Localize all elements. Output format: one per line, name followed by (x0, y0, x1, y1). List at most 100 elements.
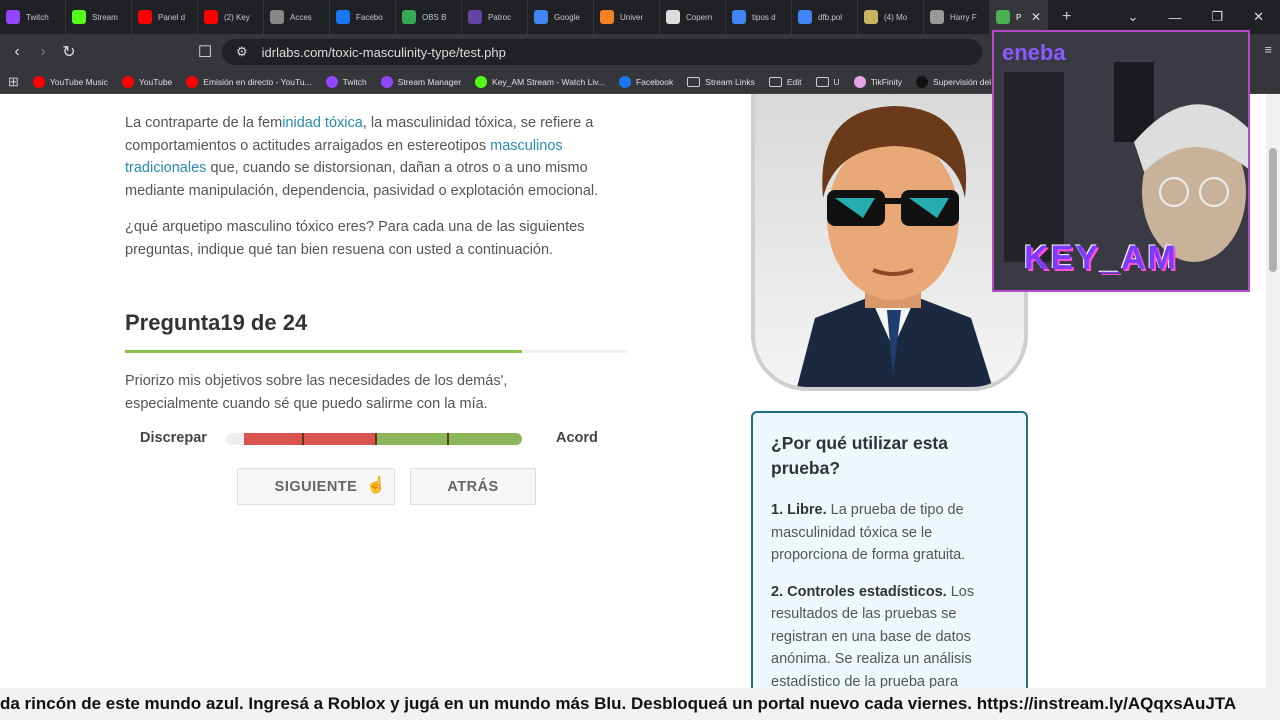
folder-icon (687, 76, 701, 87)
url-text: idrlabs.com/toxic-masculinity-type/test.… (261, 44, 506, 60)
browser-tab[interactable]: Google (528, 0, 594, 34)
why-item-1-title: 1. Libre. (771, 502, 827, 518)
apps-icon[interactable]: ⊞ (8, 74, 19, 90)
stream-ticker: da rincón de este mundo azul. Ingresá a … (0, 688, 1280, 720)
bookmark-item[interactable]: Stream Links (687, 76, 755, 88)
slider-tick (302, 433, 304, 445)
bookmark-label: TikFinity (870, 76, 903, 87)
tab-favicon-icon (798, 10, 812, 24)
bookmark-item[interactable]: Supervisión del U (916, 75, 1000, 88)
bookmark-label: Facebook (635, 76, 674, 87)
browser-tab[interactable]: Twitch (0, 0, 66, 34)
answer-scale: Discrepar Acord (140, 430, 600, 450)
slider-agree-segment[interactable] (376, 433, 522, 445)
tab-title: Acces (290, 12, 312, 22)
close-tab-icon[interactable]: ✕ (1031, 10, 1041, 24)
bookmark-star-icon[interactable]: ☐ (192, 42, 218, 62)
site-info-icon[interactable]: ⚙ (236, 44, 248, 60)
tab-title: Panel d (158, 12, 186, 22)
reload-button[interactable]: ↻ (56, 42, 82, 62)
slider-disagree-segment[interactable] (244, 433, 376, 445)
url-bar[interactable]: ⚙ idrlabs.com/toxic-masculinity-type/tes… (222, 39, 982, 65)
browser-tab[interactable]: Panel d (132, 0, 198, 34)
why-item-2: 2. Controles estadísticos. Los resultado… (771, 581, 1008, 689)
minimize-button[interactable]: — (1168, 10, 1181, 25)
tab-favicon-icon (204, 10, 218, 24)
browser-tab[interactable]: (4) Mo (858, 0, 924, 34)
restore-button[interactable]: ❐ (1211, 9, 1223, 25)
browser-tab[interactable]: P ✕ (990, 0, 1048, 34)
back-button[interactable]: ‹ (4, 43, 30, 61)
bookmark-item[interactable]: Emisión en directo - YouTu... (186, 75, 312, 88)
tab-title: Copern (686, 12, 713, 22)
bookmark-item[interactable]: Stream Manager (380, 75, 462, 88)
bookmark-favicon-icon (186, 75, 199, 88)
new-tab-button[interactable]: + (1062, 8, 1071, 26)
tab-favicon-icon (996, 10, 1010, 24)
back-button-page[interactable]: ATRÁS (410, 468, 536, 505)
browser-tab[interactable]: Stream (66, 0, 132, 34)
folder-icon (815, 76, 829, 87)
bookmark-item[interactable]: YouTube Music (32, 75, 108, 88)
slider-neutral-start[interactable] (226, 433, 244, 445)
bookmark-item[interactable]: Twitch (325, 75, 367, 88)
browser-tab[interactable]: Patroc (462, 0, 528, 34)
progress-fill (125, 350, 522, 353)
browser-tab[interactable]: tipos d (726, 0, 792, 34)
bookmark-favicon-icon (916, 75, 929, 88)
tab-favicon-icon (930, 10, 944, 24)
tab-title: Twitch (26, 12, 49, 22)
tab-title: OBS B (422, 12, 447, 22)
bookmark-label: Stream Manager (397, 76, 462, 87)
answer-slider[interactable] (226, 433, 522, 445)
tab-title: Univer (620, 12, 644, 22)
bookmark-favicon-icon (475, 75, 488, 88)
browser-tab[interactable]: dfb.pol (792, 0, 858, 34)
bookmark-label: Edit (786, 76, 802, 87)
close-window-button[interactable]: ✕ (1253, 9, 1264, 25)
browser-tab[interactable]: Harry F (924, 0, 990, 34)
tab-title: P (1016, 12, 1022, 22)
tab-title: dfb.pol (818, 12, 843, 22)
intro-paragraph-1: La contraparte de la feminidad tóxica, l… (125, 112, 635, 202)
bookmark-item[interactable]: TikFinity (853, 75, 903, 88)
bookmark-item[interactable]: Key_AM Stream - Watch Liv... (475, 75, 605, 88)
tab-strip: Twitch Stream Panel d (2) Key Acces Facebo OBS… (0, 0, 1280, 34)
bookmark-label: YouTube (138, 76, 173, 87)
bookmark-item[interactable]: YouTube (121, 75, 173, 88)
browser-tab[interactable]: Univer (594, 0, 660, 34)
question-title: Pregunta19 de 24 (125, 310, 308, 335)
page-scrollbar[interactable] (1266, 94, 1280, 688)
bookmark-label: YouTube Music (49, 76, 108, 87)
scrollbar-thumb[interactable] (1269, 148, 1277, 272)
bookmark-label: U (833, 76, 840, 87)
bookmark-favicon-icon (618, 75, 631, 88)
bookmark-item[interactable]: U (815, 76, 840, 88)
forward-button[interactable]: › (30, 43, 56, 61)
bookmark-favicon-icon (325, 75, 338, 88)
tab-favicon-icon (732, 10, 746, 24)
tab-favicon-icon (468, 10, 482, 24)
why-item-1: 1. Libre. La prueba de tipo de masculini… (771, 499, 1008, 567)
browser-tab[interactable]: Facebo (330, 0, 396, 34)
tab-favicon-icon (336, 10, 350, 24)
menu-icon[interactable]: ≡ (1264, 42, 1272, 58)
bookmark-item[interactable]: Facebook (618, 75, 674, 88)
bookmark-item[interactable]: Edit (768, 76, 802, 88)
folder-icon (768, 76, 782, 87)
tab-favicon-icon (270, 10, 284, 24)
link-feminidad-toxica[interactable]: inidad tóxica (282, 115, 363, 131)
tab-title: tipos d (752, 12, 776, 22)
browser-tab[interactable]: Copern (660, 0, 726, 34)
scale-right-label: Acord (556, 430, 598, 446)
tab-title: (4) Mo (884, 12, 908, 22)
browser-tab[interactable]: (2) Key (198, 0, 264, 34)
tab-search-icon[interactable]: ⌄ (1128, 9, 1139, 25)
tab-title: Stream (92, 12, 118, 22)
bookmark-label: Stream Links (705, 76, 755, 87)
tab-favicon-icon (600, 10, 614, 24)
browser-tab[interactable]: Acces (264, 0, 330, 34)
tab-title: Google (554, 12, 580, 22)
intro-text-a: La contraparte de la fem (125, 115, 283, 131)
browser-tab[interactable]: OBS B (396, 0, 462, 34)
